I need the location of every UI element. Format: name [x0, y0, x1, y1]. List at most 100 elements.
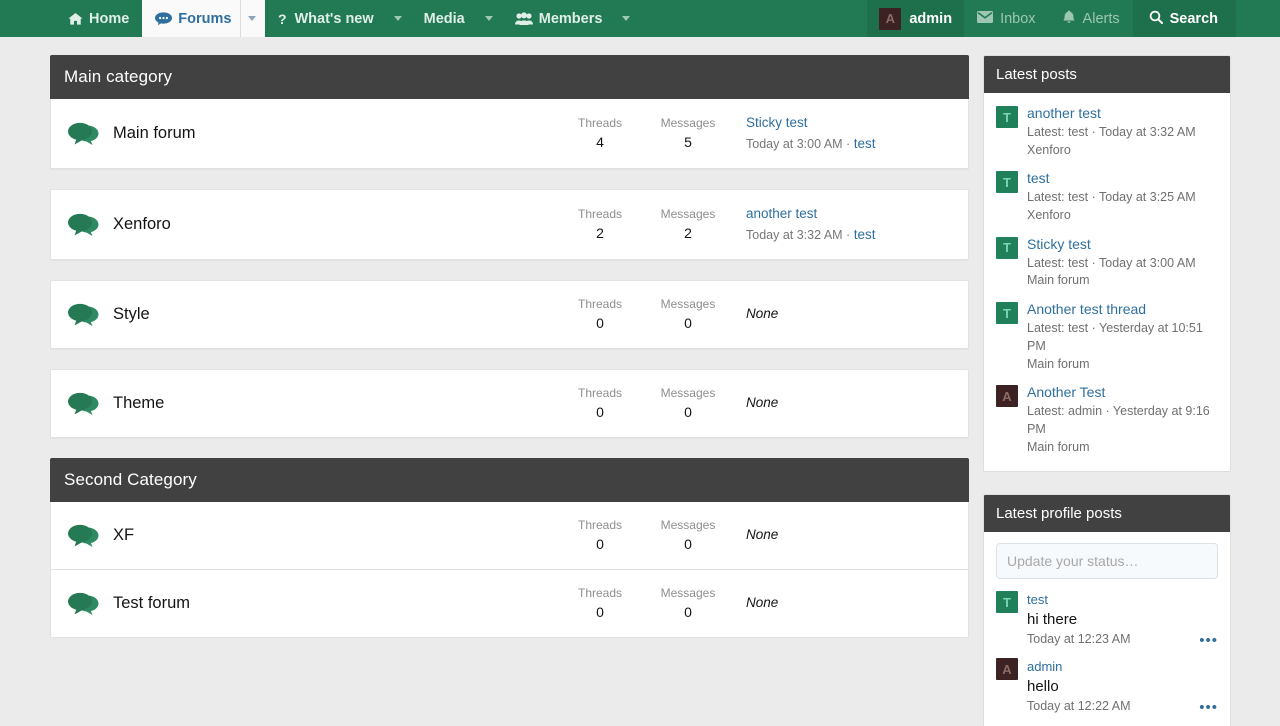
post-meta: Latest: admin · Yesterday at 9:16 PM: [1027, 403, 1218, 439]
nav-item-label: Home: [89, 11, 129, 27]
last-post-date: Today at 3:32 AM ·: [746, 228, 854, 242]
post-title[interactable]: test: [1027, 169, 1218, 189]
threads-stat: Threads 0: [556, 295, 644, 334]
nav-item-members[interactable]: Members: [502, 0, 616, 37]
list-item[interactable]: A Another Test Latest: admin · Yesterday…: [996, 378, 1218, 461]
profile-post-text: hi there: [1027, 609, 1218, 631]
latest-posts-title: Latest posts: [984, 56, 1230, 93]
forum-row[interactable]: Style Threads 0 Messages 0 None: [50, 280, 969, 349]
post-forum: Xenforo: [1027, 207, 1218, 225]
forum-name[interactable]: Theme: [113, 394, 556, 413]
nav-item-media[interactable]: Media: [411, 0, 478, 37]
threads-count: 4: [556, 132, 644, 153]
last-post: None: [732, 393, 952, 414]
forum-row[interactable]: XF Threads 0 Messages 0 None: [50, 502, 969, 570]
last-post: None: [732, 525, 952, 546]
list-item[interactable]: A admin hello Today at 12:22 AM •••: [996, 652, 1218, 719]
last-post: another test Today at 3:32 AM · test: [732, 204, 952, 245]
sidebar: Latest posts T another test Latest: test…: [983, 55, 1231, 726]
forum-list: Main category Main forum Threads 4 Messa…: [50, 55, 969, 638]
nav-members-dropdown-toggle[interactable]: [615, 0, 639, 37]
last-post-none: None: [746, 595, 778, 610]
nav-item-label: Media: [424, 11, 465, 27]
last-post-user[interactable]: test: [854, 136, 876, 151]
threads-label: Threads: [556, 384, 644, 402]
list-item[interactable]: T another test Latest: test · Today at 3…: [996, 99, 1218, 164]
threads-count: 2: [556, 223, 644, 244]
profile-post-date: Today at 12:22 AM: [1027, 698, 1131, 716]
category-title: Second Category: [50, 458, 969, 502]
nav-item-inbox[interactable]: Inbox: [964, 0, 1048, 37]
messages-stat: Messages 5: [644, 114, 732, 153]
forum-name[interactable]: XF: [113, 526, 556, 545]
post-meta: Latest: test · Today at 3:32 AM: [1027, 124, 1218, 142]
threads-label: Threads: [556, 205, 644, 223]
last-post-title[interactable]: Sticky test: [746, 115, 808, 130]
list-item[interactable]: T Another test thread Latest: test · Yes…: [996, 295, 1218, 378]
avatar: A: [996, 658, 1018, 680]
comment-icon: [155, 12, 172, 26]
forum-name[interactable]: Xenforo: [113, 215, 556, 234]
messages-stat: Messages 0: [644, 384, 732, 423]
forum-icon: [67, 121, 113, 147]
nav-whats-new-dropdown-toggle[interactable]: [387, 0, 411, 37]
threads-count: 0: [556, 313, 644, 334]
latest-posts-block: Latest posts T another test Latest: test…: [983, 55, 1231, 472]
nav-item-forums[interactable]: Forums: [142, 0, 240, 37]
forum-icon: [67, 523, 113, 549]
chevron-down-icon: [485, 16, 493, 21]
nav-item-alerts[interactable]: Alerts: [1049, 0, 1133, 37]
last-post-none: None: [746, 527, 778, 542]
account-username: admin: [909, 11, 952, 27]
chevron-down-icon: [394, 16, 402, 21]
threads-label: Threads: [556, 295, 644, 313]
nav-item-home[interactable]: Home: [55, 0, 142, 37]
post-title[interactable]: Another test thread: [1027, 300, 1218, 320]
threads-stat: Threads 0: [556, 584, 644, 623]
chevron-down-icon: [622, 16, 630, 21]
list-item[interactable]: T test Latest: test · Today at 3:25 AM X…: [996, 164, 1218, 229]
main-navigation: Home Forums ? What's new Med: [0, 0, 1280, 37]
forum-icon: [67, 391, 113, 417]
threads-count: 0: [556, 402, 644, 423]
threads-stat: Threads 2: [556, 205, 644, 244]
messages-stat: Messages 2: [644, 205, 732, 244]
forum-name[interactable]: Style: [113, 305, 556, 324]
messages-label: Messages: [644, 114, 732, 132]
search-button[interactable]: Search: [1133, 0, 1236, 37]
post-title[interactable]: Another Test: [1027, 383, 1218, 403]
chevron-down-icon: [248, 16, 256, 21]
forum-row[interactable]: Main forum Threads 4 Messages 5 Sticky t…: [50, 99, 969, 169]
more-options-icon[interactable]: •••: [1199, 633, 1218, 648]
users-icon: [515, 12, 533, 26]
last-post-user[interactable]: test: [854, 227, 876, 242]
messages-stat: Messages 0: [644, 295, 732, 334]
nav-forums-dropdown-toggle[interactable]: [240, 0, 265, 37]
list-item[interactable]: T Sticky test Latest: test · Today at 3:…: [996, 230, 1218, 295]
last-post-title[interactable]: another test: [746, 206, 817, 221]
forum-row[interactable]: Theme Threads 0 Messages 0 None: [50, 369, 969, 438]
profile-post-user[interactable]: test: [1027, 591, 1218, 609]
forum-row[interactable]: Test forum Threads 0 Messages 0 None: [50, 570, 969, 638]
profile-post-user[interactable]: admin: [1027, 658, 1218, 676]
forum-name[interactable]: Test forum: [113, 594, 556, 613]
svg-text:?: ?: [278, 12, 287, 26]
last-post: Sticky test Today at 3:00 AM · test: [732, 113, 952, 154]
post-title[interactable]: another test: [1027, 104, 1218, 124]
list-item[interactable]: T test hi there Today at 12:23 AM •••: [996, 585, 1218, 652]
last-post: None: [732, 304, 952, 325]
post-meta: Latest: test · Yesterday at 10:51 PM: [1027, 320, 1218, 356]
status-update-input[interactable]: [996, 543, 1218, 579]
forum-row[interactable]: Xenforo Threads 2 Messages 2 another tes…: [50, 189, 969, 260]
more-options-icon[interactable]: •••: [1199, 700, 1218, 715]
post-meta: Latest: test · Today at 3:25 AM: [1027, 189, 1218, 207]
profile-post-text: hello: [1027, 676, 1218, 698]
latest-posts-list: T another test Latest: test · Today at 3…: [984, 93, 1230, 471]
account-menu-button[interactable]: A admin: [867, 0, 964, 37]
post-title[interactable]: Sticky test: [1027, 235, 1218, 255]
messages-label: Messages: [644, 516, 732, 534]
home-icon: [68, 12, 83, 26]
forum-name[interactable]: Main forum: [113, 124, 556, 143]
nav-item-whats-new[interactable]: ? What's new: [265, 0, 386, 37]
nav-media-dropdown-toggle[interactable]: [478, 0, 502, 37]
